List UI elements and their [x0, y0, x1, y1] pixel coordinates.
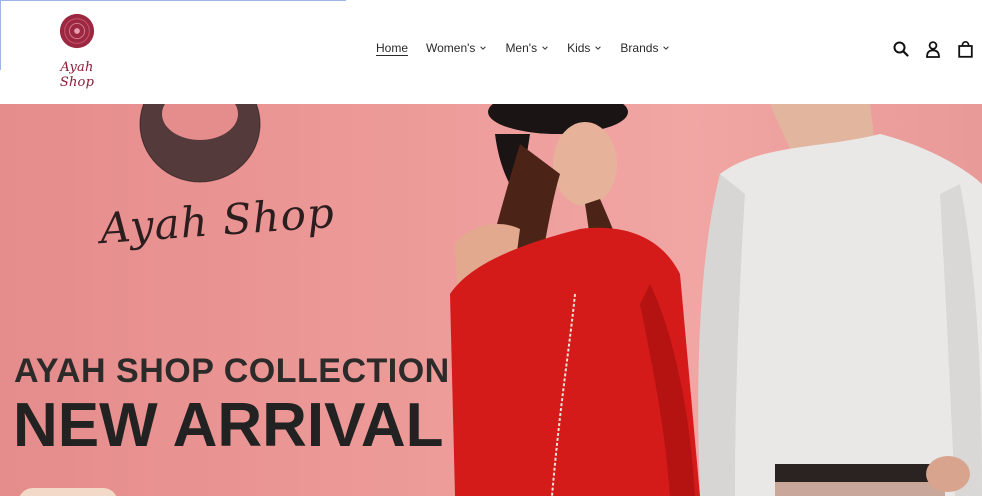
- nav-item-mens[interactable]: Men's: [505, 41, 549, 55]
- nav-item-label: Brands: [620, 41, 659, 55]
- account-icon: [926, 40, 940, 58]
- cart-icon: [957, 40, 973, 58]
- chevron-down-icon: [663, 46, 670, 50]
- main-nav: Home Women's Men's Kids Brands: [376, 41, 670, 55]
- logo-flower-icon: [59, 13, 95, 49]
- nav-item-label: Men's: [505, 41, 538, 55]
- selection-outline-top: [0, 0, 346, 1]
- search-button[interactable]: [892, 39, 910, 59]
- chevron-down-icon: [480, 46, 487, 50]
- header-icons: [892, 39, 974, 59]
- ornament-graphic: [139, 104, 261, 183]
- cart-button[interactable]: [956, 39, 974, 59]
- nav-item-brands[interactable]: Brands: [620, 41, 670, 55]
- search-icon: [893, 41, 909, 57]
- nav-item-womens[interactable]: Women's: [426, 41, 487, 55]
- logo-link[interactable]: Ayah Shop: [44, 10, 110, 90]
- nav-item-home[interactable]: Home: [376, 41, 408, 55]
- selection-outline-left: [0, 0, 1, 70]
- nav-item-kids[interactable]: Kids: [567, 41, 602, 55]
- hero-banner[interactable]: Ayah Shop AYAH SHOP COLLECTION NEW ARRIV…: [0, 104, 982, 496]
- logo-text: Ayah Shop: [59, 60, 95, 90]
- hero-subtitle: AYAH SHOP COLLECTION: [14, 352, 450, 390]
- site-header: Ayah Shop Home Women's Men's Kids Brands: [0, 0, 982, 104]
- hero-cta-button[interactable]: [18, 488, 118, 496]
- hero-title: NEW ARRIVAL: [13, 391, 444, 460]
- chevron-down-icon: [542, 46, 548, 50]
- nav-item-label: Women's: [426, 41, 476, 55]
- nav-item-label: Kids: [567, 41, 591, 55]
- chevron-down-icon: [595, 46, 602, 50]
- account-button[interactable]: [924, 39, 942, 59]
- nav-item-label: Home: [376, 41, 409, 55]
